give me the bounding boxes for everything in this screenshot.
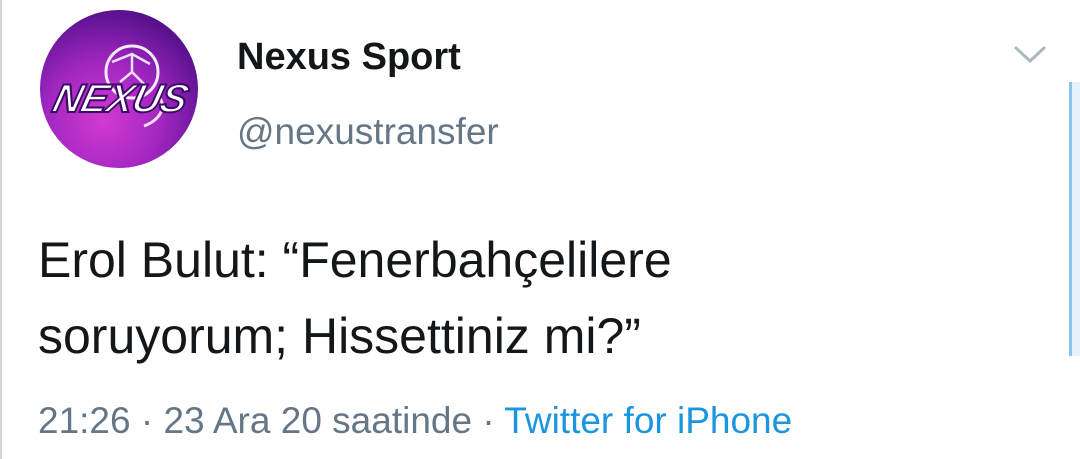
avatar[interactable]: NEXUS bbox=[40, 10, 198, 168]
tweet-date[interactable]: 23 Ara 20 saatinde bbox=[163, 400, 472, 441]
chevron-down-icon[interactable] bbox=[1010, 40, 1050, 68]
avatar-logo-text: NEXUS bbox=[48, 76, 193, 121]
meta-separator: · bbox=[482, 400, 495, 441]
user-handle[interactable]: @nexustransfer bbox=[237, 111, 499, 153]
scrollbar[interactable] bbox=[1069, 82, 1080, 356]
meta-separator: · bbox=[140, 400, 154, 441]
left-border bbox=[0, 0, 2, 459]
tweet-text-line-2: soruyorum; Hissettiniz mi?” bbox=[38, 308, 641, 364]
tweet-text: Erol Bulut: “Fenerbahçelilere soruyorum;… bbox=[38, 222, 1058, 374]
display-name[interactable]: Nexus Sport bbox=[237, 36, 461, 79]
tweet-text-line-1: Erol Bulut: “Fenerbahçelilere bbox=[38, 232, 672, 288]
tweet-meta: 21:26 · 23 Ara 20 saatinde · Twitter for… bbox=[38, 400, 792, 442]
tweet-time[interactable]: 21:26 bbox=[38, 400, 131, 441]
nexus-logo: NEXUS bbox=[47, 44, 194, 128]
tweet-source-link[interactable]: Twitter for iPhone bbox=[504, 400, 792, 441]
